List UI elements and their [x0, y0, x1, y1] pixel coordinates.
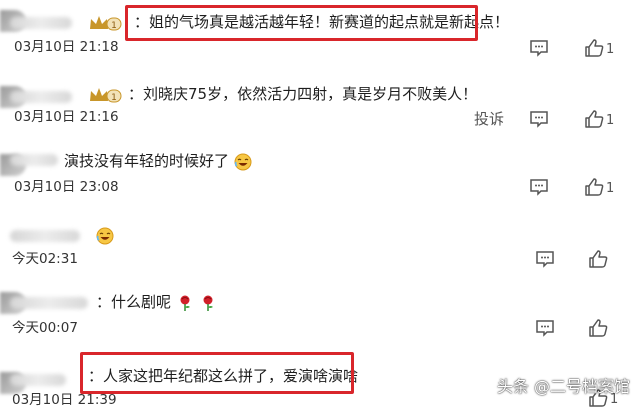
thumbs-up-icon[interactable] [584, 38, 606, 58]
username-blurred[interactable] [10, 154, 58, 166]
comment-bubble-icon[interactable] [528, 177, 550, 197]
comment-bubble-icon[interactable] [528, 109, 550, 129]
comment-item: 演技没有年轻的时候好了 03月10日 23:08 1 [0, 146, 640, 200]
username-blurred[interactable] [10, 91, 72, 103]
username-blurred[interactable] [10, 230, 80, 242]
thumbs-up-icon[interactable] [588, 249, 610, 269]
comment-item: 1 ：刘晓庆75岁，依然活力四射，真是岁月不败美人！ 03月10日 21:16 … [0, 78, 640, 140]
comment-item: ：什么剧呢 今天00:07 [0, 288, 640, 342]
comment-time: 今天02:31 [12, 251, 78, 267]
username-blurred[interactable] [10, 17, 72, 29]
rose-emoji [180, 295, 190, 311]
comment-time: 03月10日 23:08 [14, 179, 119, 195]
svg-text:1: 1 [111, 21, 117, 31]
comment-bubble-icon[interactable] [534, 249, 556, 269]
svg-text:1: 1 [111, 93, 117, 103]
report-button[interactable]: 投诉 [474, 109, 504, 129]
like-count: 1 [606, 113, 615, 128]
comment-bubble-icon[interactable] [534, 318, 556, 338]
watermark: 头条 @二号档案馆 [496, 377, 630, 396]
comment-time: 03月10日 21:18 [14, 39, 119, 55]
thumbs-up-icon[interactable] [588, 318, 610, 338]
rose-emoji [203, 295, 213, 311]
like-count: 1 [606, 42, 615, 57]
comment-text: 演技没有年轻的时候好了 [64, 151, 252, 171]
laughing-face-emoji [96, 227, 114, 244]
username-blurred[interactable] [10, 374, 66, 386]
crown-badge-icon: 1 [90, 16, 122, 31]
comment-text: ：刘晓庆75岁，依然活力四射，真是岁月不败美人！ [128, 85, 478, 103]
comment-text: ：什么剧呢 [96, 292, 217, 312]
username-blurred[interactable] [10, 297, 88, 309]
comment-text [96, 225, 114, 245]
comment-time: 03月10日 21:16 [14, 109, 119, 125]
laughing-face-emoji [234, 153, 252, 170]
comment-time: 今天00:07 [12, 320, 78, 336]
highlight-box [80, 352, 354, 394]
crown-badge-icon: 1 [90, 88, 122, 103]
comment-bubble-icon[interactable] [528, 38, 550, 58]
like-count: 1 [606, 181, 615, 196]
thumbs-up-icon[interactable] [584, 177, 606, 197]
comment-item: 今天02:31 [0, 222, 640, 276]
highlight-box [125, 5, 478, 41]
thumbs-up-icon[interactable] [584, 109, 606, 129]
